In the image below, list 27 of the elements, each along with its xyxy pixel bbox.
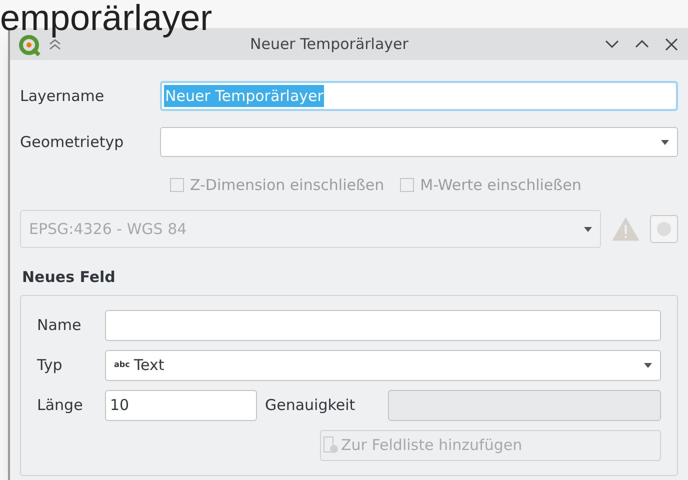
dropdown-arrow-icon (644, 362, 652, 368)
type-dropdown[interactable]: abc Text (105, 350, 661, 380)
field-label: Layername (20, 86, 106, 107)
dropdown-arrow-icon (584, 226, 592, 232)
dropdown-arrow-icon (661, 140, 669, 144)
close-icon[interactable] (665, 38, 678, 50)
crs-select-button[interactable] (650, 215, 678, 243)
minimize-icon[interactable] (605, 39, 619, 49)
field-label: Typ (37, 354, 64, 376)
checkbox-label: M-Werte einschließen (420, 174, 582, 196)
background-title: emporärlayer (0, 0, 212, 36)
field-label: Genauigkeit (265, 394, 356, 416)
field-label: Geometrietyp (20, 132, 125, 153)
section-title: Neues Feld (21, 267, 116, 288)
length-field[interactable]: 10 (105, 390, 257, 420)
maximize-icon[interactable] (635, 39, 649, 49)
field-label: Name (37, 314, 82, 336)
add-field-icon (323, 436, 339, 454)
warning-icon (611, 216, 640, 242)
window-title: Neuer Temporärlayer (250, 34, 408, 55)
checkbox-label: Z-Dimension einschließen (190, 174, 384, 196)
layername-field[interactable]: Neuer Temporärlayer (160, 81, 678, 111)
name-field[interactable] (105, 310, 661, 340)
text-type-icon: abc (114, 359, 130, 371)
field-label: Länge (37, 394, 84, 416)
geometry-type-dropdown[interactable] (160, 127, 678, 157)
keep-above-icon[interactable] (48, 38, 62, 50)
